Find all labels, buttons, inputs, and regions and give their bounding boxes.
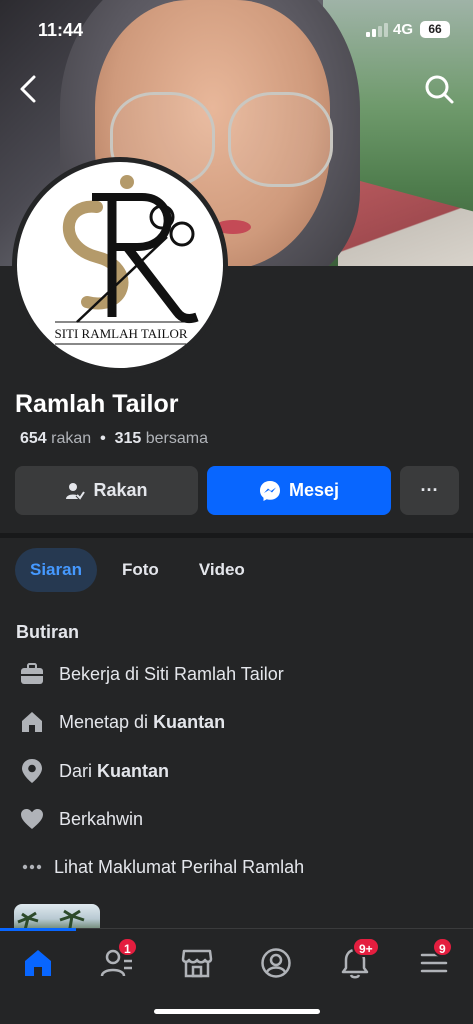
more-options-button[interactable]: ···	[400, 466, 459, 515]
profile-name: Ramlah Tailor	[15, 390, 179, 418]
detail-from-value[interactable]: Kuantan	[97, 761, 169, 782]
detail-from-prefix: Dari	[59, 760, 93, 781]
friends-button[interactable]: Rakan	[15, 466, 198, 515]
more-dots-icon: ···	[420, 480, 439, 500]
detail-relationship[interactable]: Berkahwin	[18, 804, 143, 834]
home-icon	[25, 950, 51, 976]
home-icon	[18, 708, 46, 736]
status-bar: 11:44 4G 66	[0, 18, 473, 44]
notifications-badge: 9+	[352, 937, 380, 957]
nav-home[interactable]	[18, 945, 58, 981]
tab-siaran[interactable]: Siaran	[15, 548, 97, 592]
section-divider	[0, 533, 473, 538]
chevron-left-icon	[20, 75, 36, 103]
battery-icon: 66	[420, 21, 450, 38]
logo-text: SITI RAMLAH TAILOR	[54, 326, 187, 341]
friend-check-icon	[66, 482, 86, 501]
nav-profile[interactable]	[256, 945, 296, 981]
profile-stats[interactable]: 654 rakan • 315 bersama	[20, 430, 208, 448]
nav-friends[interactable]: 1	[97, 937, 138, 981]
active-tab-indicator	[0, 928, 76, 931]
menu-badge: 9	[432, 937, 453, 957]
friends-badge: 1	[117, 937, 138, 957]
detail-work[interactable]: Bekerja di Siti Ramlah Tailor	[18, 659, 284, 689]
mutual-label: bersama	[145, 430, 208, 447]
marketplace-icon	[181, 949, 213, 978]
home-indicator[interactable]	[154, 1009, 320, 1014]
details-title: Butiran	[16, 622, 79, 642]
message-button[interactable]: Mesej	[207, 466, 391, 515]
search-icon	[425, 75, 454, 104]
profile-icon	[261, 948, 291, 978]
heart-icon	[18, 805, 46, 833]
status-time: 11:44	[38, 20, 84, 40]
profile-picture[interactable]: SITI RAMLAH TAILOR	[12, 157, 228, 373]
detail-work-text: Bekerja di Siti Ramlah Tailor	[59, 663, 284, 684]
profile-tabs: Siaran Foto Video	[15, 548, 270, 592]
nav-notifications[interactable]: 9+	[335, 937, 380, 981]
detail-lives-prefix: Menetap di	[59, 711, 149, 732]
network-type: 4G	[393, 21, 414, 38]
back-button[interactable]	[14, 72, 44, 106]
briefcase-icon	[18, 660, 46, 688]
see-about-link[interactable]: Lihat Maklumat Perihal Ramlah	[18, 852, 304, 882]
detail-from[interactable]: Dari Kuantan	[18, 756, 169, 786]
friends-count: 654	[20, 430, 47, 447]
detail-relationship-text: Berkahwin	[59, 808, 144, 829]
sr-logo: SITI RAMLAH TAILOR	[17, 162, 223, 368]
mutual-count: 315	[114, 430, 142, 447]
search-button[interactable]	[422, 72, 456, 106]
more-dots-icon	[18, 853, 46, 881]
tab-video[interactable]: Video	[184, 548, 260, 592]
nav-marketplace[interactable]	[177, 945, 217, 981]
see-about-text: Lihat Maklumat Perihal Ramlah	[54, 856, 305, 877]
detail-lives[interactable]: Menetap di Kuantan	[18, 707, 225, 737]
cover-glasses-right	[228, 92, 333, 187]
nav-menu[interactable]: 9	[414, 937, 454, 981]
signal-icon	[366, 23, 388, 37]
tab-foto[interactable]: Foto	[107, 548, 174, 592]
detail-lives-value[interactable]: Kuantan	[153, 712, 225, 733]
tailor-logo-icon: SITI RAMLAH TAILOR	[54, 175, 199, 345]
friends-button-label: Rakan	[93, 480, 148, 500]
messenger-icon	[259, 480, 280, 501]
message-button-label: Mesej	[288, 480, 340, 500]
location-pin-icon	[18, 757, 46, 785]
friends-label: rakan	[51, 430, 92, 447]
stats-separator: •	[100, 430, 106, 447]
